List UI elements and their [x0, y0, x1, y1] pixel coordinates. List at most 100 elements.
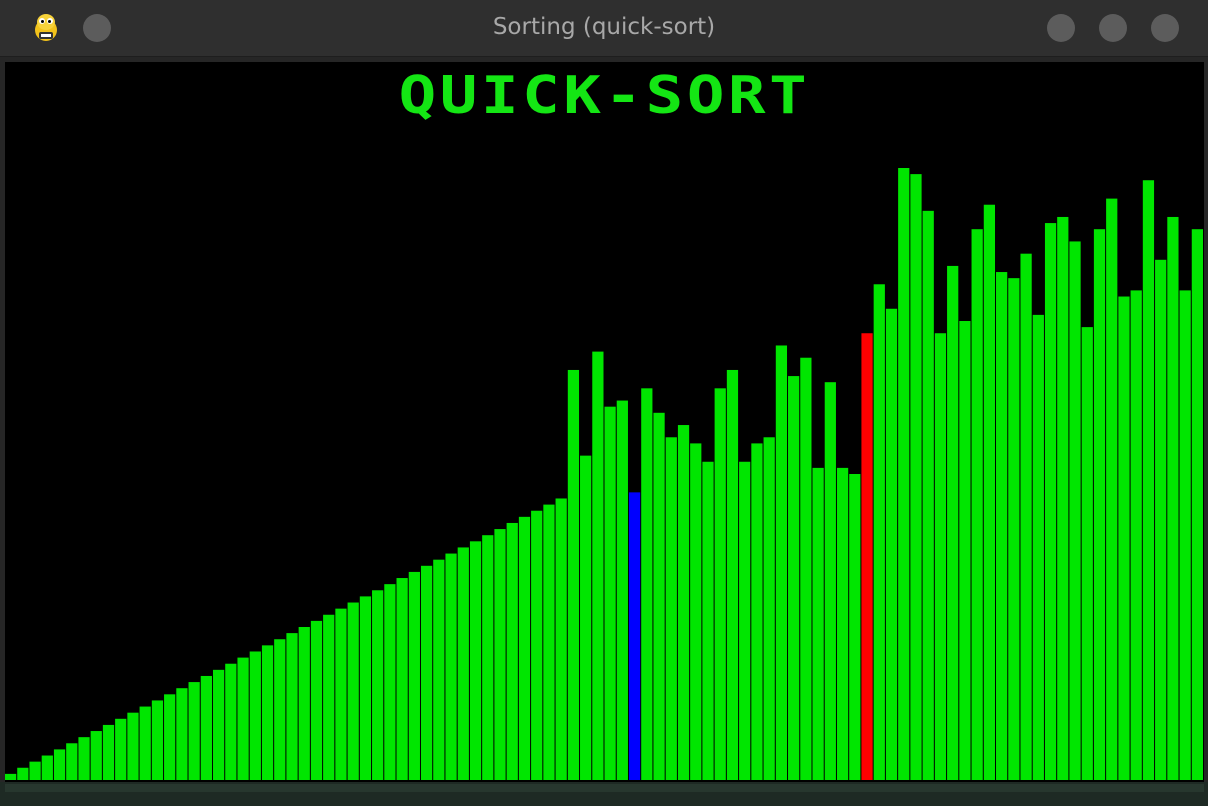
- bar: [457, 547, 469, 780]
- bar: [873, 284, 885, 780]
- bar: [836, 467, 849, 780]
- bottom-strip: [5, 784, 1204, 792]
- bar: [310, 620, 323, 780]
- bar: [996, 272, 1008, 780]
- bar: [1167, 216, 1179, 780]
- bar: [494, 529, 506, 780]
- bar: [531, 510, 543, 780]
- algorithm-heading: QUICK-SORT: [398, 66, 811, 126]
- bar: [1032, 314, 1044, 780]
- bar: [1057, 216, 1069, 780]
- bar: [739, 461, 751, 780]
- bar: [1191, 229, 1203, 780]
- bar: [151, 700, 164, 780]
- bar: [335, 608, 347, 780]
- bar: [396, 578, 408, 780]
- minimize-button[interactable]: [1047, 14, 1075, 42]
- bar: [445, 553, 457, 780]
- bar: [66, 743, 78, 780]
- bar: [188, 682, 200, 780]
- bar: [690, 443, 702, 780]
- title-bar[interactable]: Sorting (quick-sort): [0, 0, 1208, 57]
- bar: [628, 492, 641, 780]
- bar: [384, 584, 396, 780]
- bar: [1008, 278, 1020, 780]
- bar: [726, 369, 739, 780]
- bar: [800, 357, 812, 780]
- bar: [237, 657, 249, 780]
- bar: [225, 663, 237, 780]
- bar: [261, 645, 274, 780]
- bar: [78, 737, 90, 780]
- bar: [677, 425, 690, 780]
- bar: [665, 437, 677, 780]
- bar: [274, 639, 286, 780]
- bar: [934, 333, 947, 780]
- bar: [298, 627, 310, 780]
- bar: [41, 755, 53, 780]
- bar: [910, 174, 922, 780]
- sort-canvas: QUICK-SORT: [5, 62, 1204, 782]
- bar: [861, 333, 873, 780]
- bar: [1093, 229, 1106, 780]
- bar: [518, 516, 531, 780]
- bar: [433, 559, 445, 780]
- bar: [1069, 241, 1081, 780]
- bar: [824, 382, 836, 780]
- bar: [543, 504, 555, 780]
- python-snake-icon: [35, 14, 57, 41]
- bar: [286, 633, 298, 780]
- bar: [567, 369, 580, 780]
- bar: [653, 412, 665, 780]
- close-button[interactable]: [1151, 14, 1179, 42]
- bar: [53, 749, 66, 780]
- bar: [922, 210, 934, 781]
- bar: [983, 204, 996, 781]
- bar: [1118, 296, 1130, 780]
- bar: [115, 718, 127, 780]
- bar: [90, 731, 102, 780]
- bar: [200, 675, 212, 780]
- bar: [506, 522, 518, 780]
- bar: [702, 461, 714, 780]
- bar: [592, 351, 604, 780]
- bar: [359, 596, 372, 780]
- bar: [788, 376, 800, 780]
- bar: [959, 321, 971, 780]
- bar: [408, 571, 420, 780]
- bar: [17, 767, 29, 780]
- bar: [616, 400, 628, 780]
- bar: [347, 602, 359, 780]
- app-window: Sorting (quick-sort) QUICK-SORT: [0, 0, 1208, 806]
- bar: [212, 669, 225, 780]
- bar: [947, 265, 959, 780]
- bar: [580, 455, 592, 780]
- maximize-button[interactable]: [1099, 14, 1127, 42]
- bar: [372, 590, 384, 780]
- bar: [763, 437, 775, 780]
- bar: [1155, 259, 1167, 780]
- bar: [1081, 327, 1093, 780]
- bar: [1044, 223, 1057, 780]
- bar: [1179, 290, 1191, 780]
- bar: [1106, 198, 1118, 781]
- bar: [885, 308, 898, 780]
- bar-chart: [5, 168, 1203, 781]
- bar: [714, 388, 726, 780]
- bar: [5, 773, 17, 780]
- bar: [102, 724, 115, 780]
- bar: [849, 474, 861, 780]
- bar: [249, 651, 261, 780]
- bar: [127, 712, 139, 780]
- bar: [323, 614, 335, 780]
- bar: [482, 535, 494, 780]
- bar: [898, 168, 910, 780]
- window-title: Sorting (quick-sort): [492, 14, 716, 40]
- bar: [420, 565, 433, 780]
- bar: [176, 688, 188, 780]
- bar: [1020, 253, 1032, 780]
- bar: [29, 761, 41, 780]
- bar: [164, 694, 176, 780]
- bar: [1142, 180, 1155, 780]
- menu-button[interactable]: [83, 14, 111, 42]
